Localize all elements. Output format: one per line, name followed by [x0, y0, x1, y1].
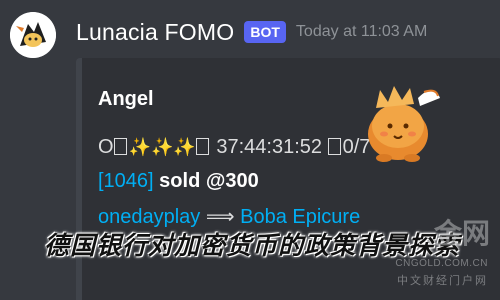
box-icon [327, 138, 341, 155]
angel-thumbnail[interactable] [354, 74, 444, 166]
embed-sale-line: [1046] sold @300 [98, 170, 259, 193]
username[interactable]: Lunacia FOMO [76, 19, 234, 46]
sold-label: sold [159, 170, 201, 192]
buyer-link[interactable]: Boba Epicure [240, 206, 360, 228]
chat-message: Lunacia FOMO BOT Today at 11:03 AM Angel… [0, 0, 500, 300]
message-header: Lunacia FOMO BOT Today at 11:03 AM [76, 12, 427, 52]
box-icon [195, 138, 209, 155]
watermark: 金网 CNGOLD.COM.CN 中文财经门户网 [390, 212, 490, 292]
bot-badge: BOT [244, 21, 286, 43]
box-icon [113, 138, 127, 155]
arrow-icon: ⟹ [205, 206, 235, 228]
embed-reminder-line: O ✨✨✨ 37:44:31:52 0/7 [98, 136, 370, 159]
embed-title: Angel [98, 88, 154, 110]
sparkles-icon: ✨✨✨ [128, 137, 196, 157]
seller-link[interactable]: onedayplay [98, 206, 200, 228]
countdown: 37:44:31:52 [216, 136, 323, 158]
bot-avatar[interactable] [10, 12, 56, 58]
sale-price: @300 [205, 170, 259, 192]
listing-id[interactable]: [1046] [98, 170, 154, 192]
reminder-prefix: O [98, 136, 114, 158]
message-timestamp[interactable]: Today at 11:03 AM [296, 23, 427, 41]
watermark-url: CNGOLD.COM.CN [395, 258, 488, 269]
watermark-tagline: 中文财经门户网 [397, 275, 488, 287]
character-avatar-icon [10, 12, 56, 58]
watermark-brand: 金网 [433, 218, 490, 249]
